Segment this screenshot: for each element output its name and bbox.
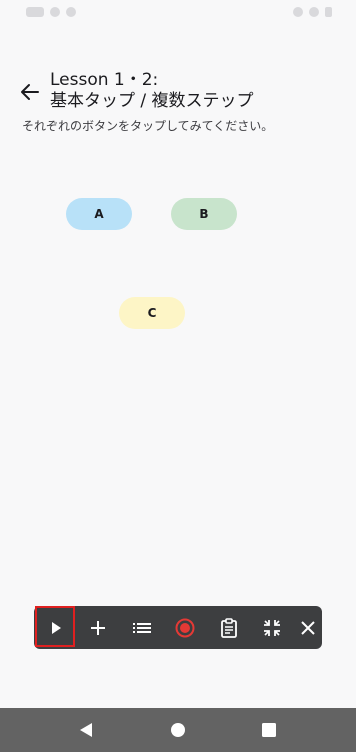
wifi-icon (293, 7, 303, 17)
status-icon (26, 7, 44, 17)
record-button[interactable] (167, 606, 203, 649)
floating-toolbar (34, 606, 322, 649)
home-icon (171, 723, 185, 737)
status-bar-left (26, 7, 76, 17)
collapse-icon (264, 619, 280, 636)
plus-icon (91, 620, 105, 635)
page-title: Lesson 1・2: 基本タップ / 複数ステップ (50, 70, 254, 112)
nav-back-button[interactable] (66, 708, 106, 752)
back-icon (80, 723, 92, 737)
status-bar (0, 0, 356, 28)
signal-icon (309, 7, 319, 17)
status-icon (66, 7, 76, 17)
back-button[interactable] (16, 78, 44, 106)
instruction-text: それぞれのボタンをタップしてみてください。 (22, 119, 274, 133)
collapse-button[interactable] (254, 606, 290, 649)
system-nav-bar (0, 708, 356, 752)
button-b[interactable]: B (171, 198, 237, 230)
app-header: Lesson 1・2: 基本タップ / 複数ステップ (0, 70, 356, 114)
recents-icon (262, 723, 276, 737)
arrow-left-icon (21, 84, 39, 100)
add-button[interactable] (80, 606, 116, 649)
page-title-line2: 基本タップ / 複数ステップ (50, 91, 254, 111)
list-icon (133, 622, 151, 633)
button-a[interactable]: A (66, 198, 132, 230)
status-icon (50, 7, 60, 17)
close-button[interactable] (290, 606, 326, 649)
clipboard-button[interactable] (211, 606, 247, 649)
record-icon (175, 618, 195, 637)
play-button[interactable] (38, 606, 74, 649)
status-bar-right (293, 7, 332, 17)
battery-icon (325, 7, 332, 17)
close-icon (301, 620, 315, 635)
nav-home-button[interactable] (158, 708, 198, 752)
page-title-line1: Lesson 1・2: (50, 70, 159, 90)
list-button[interactable] (124, 606, 160, 649)
play-icon (52, 621, 61, 634)
clipboard-icon (221, 617, 237, 638)
nav-recents-button[interactable] (249, 708, 289, 752)
button-c[interactable]: C (119, 297, 185, 329)
